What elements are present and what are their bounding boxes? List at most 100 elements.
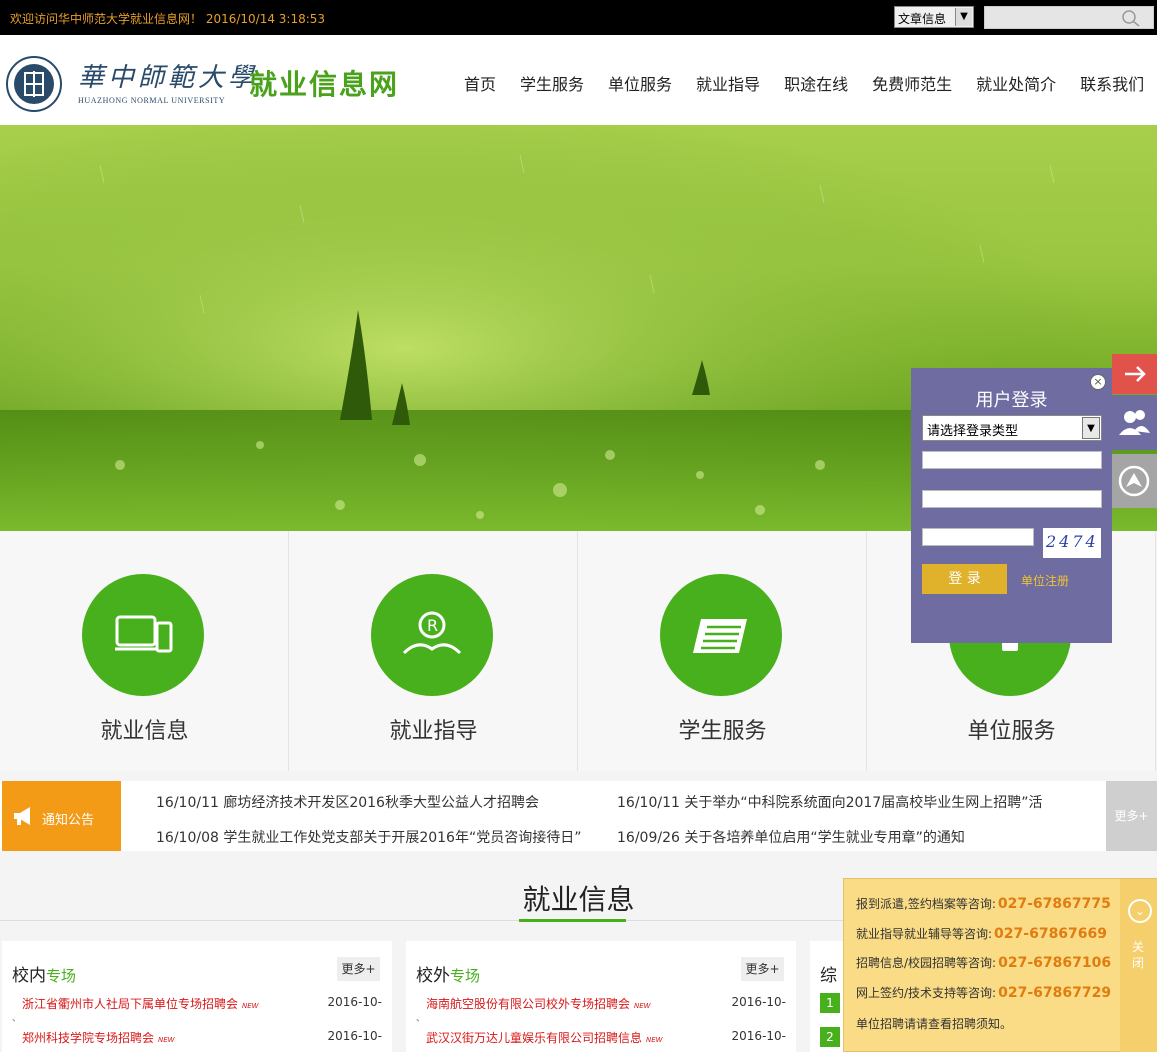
consult-line: 报到派遣,签约档案等咨询: 027-67867775 bbox=[856, 895, 1111, 912]
tile-circle: R bbox=[371, 574, 493, 696]
document-icon bbox=[693, 619, 747, 653]
list-item-title: 郑州科技学院专场招聘会 bbox=[22, 1031, 155, 1045]
notice-item[interactable]: 16/10/11 廊坊经济技术开发区2016秋季大型公益人才招聘会 bbox=[156, 792, 539, 812]
nav-item-employer-service[interactable]: 单位服务 bbox=[608, 71, 672, 95]
list-bullet: 、 bbox=[12, 1045, 21, 1052]
top-bar: 欢迎访问华中师范大学就业信息网！ 2016/10/14 3:18:53 文章信息… bbox=[0, 0, 1157, 35]
tile-label: 单位服务 bbox=[967, 719, 1056, 744]
register-link[interactable]: 单位注册 bbox=[1021, 572, 1069, 589]
notice-tag-label: 通知公告 bbox=[42, 813, 95, 828]
book-icon: R bbox=[402, 611, 462, 655]
tile-employment-info[interactable]: 就业信息 bbox=[0, 531, 289, 771]
search-type-select[interactable]: 文章信息 ▼ bbox=[894, 6, 974, 28]
list-item[interactable]: 郑州科技学院专场招聘会 NEW bbox=[22, 1029, 175, 1046]
tile-career-guidance[interactable]: R 就业指导 bbox=[289, 531, 578, 771]
chevron-down-icon: ▼ bbox=[1082, 417, 1100, 439]
notice-more-button[interactable]: 更多+ bbox=[1106, 781, 1157, 851]
tile-label: 就业指导 bbox=[389, 719, 478, 744]
list-item-date: 2016-10- bbox=[327, 995, 382, 1009]
back-to-top-icon bbox=[1118, 465, 1150, 497]
nav-item-career-online[interactable]: 职途在线 bbox=[784, 71, 848, 95]
nav-item-student-service[interactable]: 学生服务 bbox=[520, 71, 584, 95]
chevron-down-icon: ⌄ bbox=[1128, 899, 1152, 923]
notice-bar: 通知公告 16/10/11 廊坊经济技术开发区2016秋季大型公益人才招聘会 1… bbox=[0, 781, 1157, 851]
card-title: 校内专场 bbox=[12, 961, 76, 986]
nav-item-contact[interactable]: 联系我们 bbox=[1080, 71, 1144, 95]
tile-label: 学生服务 bbox=[678, 719, 767, 744]
consult-close-label: 关闭 bbox=[1132, 940, 1145, 970]
tile-circle bbox=[82, 574, 204, 696]
consult-close-button[interactable]: ⌄ 关闭 bbox=[1120, 879, 1157, 1052]
nav-item-home[interactable]: 首页 bbox=[464, 71, 496, 95]
card-title-main: 校内 bbox=[12, 966, 46, 986]
devices-icon bbox=[115, 615, 173, 653]
consult-footer[interactable]: 单位招聘请请查看招聘须知。 bbox=[856, 1015, 1012, 1032]
nav-item-about[interactable]: 就业处简介 bbox=[976, 71, 1056, 95]
logo-chinese: 華中師範大學 bbox=[78, 63, 259, 93]
consult-label: 招聘信息/校园招聘等咨询: bbox=[856, 956, 997, 970]
rank-badge: 2 bbox=[820, 1027, 840, 1047]
list-item[interactable]: 海南航空股份有限公司校外专场招聘会 NEW bbox=[426, 995, 651, 1012]
search-input[interactable] bbox=[984, 6, 1154, 29]
section-divider-accent bbox=[519, 919, 626, 922]
login-title: 用户登录 bbox=[975, 390, 1048, 411]
university-logo[interactable]: 華中師範大學 HUAZHONG NORMAL UNIVERSITY bbox=[78, 57, 258, 105]
list-item[interactable]: 武汉汉街万达儿童娱乐有限公司招聘信息 NEW bbox=[426, 1029, 663, 1046]
svg-text:R: R bbox=[427, 616, 438, 635]
page: 欢迎访问华中师范大学就业信息网！ 2016/10/14 3:18:53 文章信息… bbox=[0, 0, 1157, 1052]
search-icon[interactable] bbox=[1121, 9, 1141, 27]
notice-tag[interactable]: 通知公告 bbox=[2, 781, 121, 851]
nav-item-career-guidance[interactable]: 就业指导 bbox=[696, 71, 760, 95]
notice-item[interactable]: 16/10/08 学生就业工作处党支部关于开展2016年“党员咨询接待日” bbox=[156, 827, 581, 847]
list-item-date: 2016-10- bbox=[731, 995, 786, 1009]
list-item-date: 2016-10- bbox=[327, 1029, 382, 1043]
password-field[interactable] bbox=[922, 490, 1102, 508]
new-badge: NEW bbox=[634, 1002, 651, 1010]
new-badge: NEW bbox=[158, 1036, 175, 1044]
megaphone-icon bbox=[14, 807, 30, 825]
consult-phone: 027-67867669 bbox=[994, 926, 1108, 942]
list-item[interactable]: 浙江省衢州市人社局下属单位专场招聘会 NEW bbox=[22, 995, 259, 1012]
notice-item[interactable]: 16/10/11 关于举办“中科院系统面向2017届高校毕业生网上招聘”活 bbox=[617, 792, 1042, 812]
consult-phone: 027-67867729 bbox=[998, 985, 1112, 1001]
card-offcampus-fairs: 校外专场 更多+ 海南航空股份有限公司校外专场招聘会 NEW 2016-10- 、… bbox=[406, 941, 796, 1052]
consult-phone: 027-67867106 bbox=[998, 955, 1112, 971]
welcome-text: 欢迎访问华中师范大学就业信息网！ 2016/10/14 3:18:53 bbox=[10, 12, 326, 26]
new-badge: NEW bbox=[242, 1002, 259, 1010]
chevron-down-icon: ▼ bbox=[955, 8, 972, 26]
side-users-button[interactable] bbox=[1112, 395, 1157, 450]
list-item-title: 浙江省衢州市人社局下属单位专场招聘会 bbox=[22, 997, 239, 1011]
login-button[interactable]: 登 录 bbox=[922, 564, 1007, 594]
list-bullet: 、 bbox=[416, 1045, 425, 1052]
side-arrow-button[interactable] bbox=[1112, 354, 1157, 394]
list-item-title: 海南航空股份有限公司校外专场招聘会 bbox=[426, 997, 631, 1011]
list-bullet: 、 bbox=[12, 1014, 22, 1024]
tile-circle bbox=[660, 574, 782, 696]
side-top-button[interactable] bbox=[1112, 454, 1157, 508]
rank-badge: 1 bbox=[820, 993, 840, 1013]
login-type-value: 请选择登录类型 bbox=[927, 424, 1019, 439]
logo-english: HUAZHONG NORMAL UNIVERSITY bbox=[78, 96, 226, 105]
users-icon bbox=[1119, 410, 1150, 435]
card-more-button[interactable]: 更多+ bbox=[741, 957, 784, 981]
nav-item-free-normal-students[interactable]: 免费师范生 bbox=[872, 71, 952, 95]
university-seal-icon[interactable] bbox=[5, 55, 63, 113]
login-type-select[interactable]: 请选择登录类型 ▼ bbox=[922, 415, 1102, 441]
consult-line: 就业指导就业辅导等咨询: 027-67867669 bbox=[856, 925, 1107, 942]
tile-student-service[interactable]: 学生服务 bbox=[578, 531, 867, 771]
captcha-image[interactable]: 2474 bbox=[1043, 528, 1101, 558]
search-type-value: 文章信息 bbox=[898, 12, 947, 26]
card-more-button[interactable]: 更多+ bbox=[337, 957, 380, 981]
main-nav: 首页 学生服务 单位服务 就业指导 职途在线 免费师范生 就业处简介 联系我们 bbox=[464, 71, 1157, 95]
card-title: 综 bbox=[820, 966, 837, 986]
tile-label: 就业信息 bbox=[100, 719, 189, 744]
username-field[interactable] bbox=[922, 451, 1102, 469]
card-title: 校外专场 bbox=[416, 961, 480, 986]
consult-line: 网上签约/技术支持等咨询: 027-67867729 bbox=[856, 984, 1111, 1001]
notice-item[interactable]: 16/09/26 关于各培养单位启用“学生就业专用章”的通知 bbox=[617, 827, 965, 847]
site-title[interactable]: 就业信息网 bbox=[249, 63, 399, 103]
list-bullet: 、 bbox=[416, 1014, 426, 1024]
list-item-title: 武汉汉街万达儿童娱乐有限公司招聘信息 bbox=[426, 1031, 643, 1045]
captcha-field[interactable] bbox=[922, 528, 1034, 546]
arrow-right-icon bbox=[1125, 366, 1146, 382]
